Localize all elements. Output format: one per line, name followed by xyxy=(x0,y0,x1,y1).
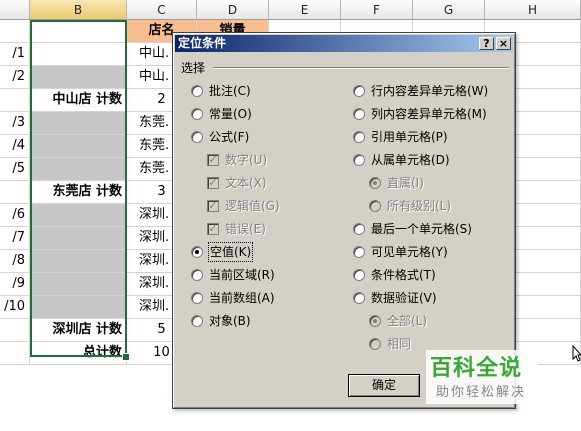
option-label: 可见单元格(Y) xyxy=(371,245,448,259)
option-label: 所有级别(L) xyxy=(387,199,452,213)
radio-icon[interactable] xyxy=(191,85,203,97)
option-label: 文本(X) xyxy=(225,176,267,190)
option-label: 引用单元格(P) xyxy=(371,130,448,144)
group-label: 选择 xyxy=(181,61,206,75)
radio-icon[interactable] xyxy=(191,108,203,120)
column-header-h[interactable]: H xyxy=(485,0,581,20)
close-icon[interactable]: × xyxy=(496,37,511,50)
column-header-d[interactable]: D xyxy=(197,0,269,20)
option-label: 常量(O) xyxy=(209,107,252,121)
column-header-c[interactable]: C xyxy=(127,0,197,20)
option-label: 相同 xyxy=(387,337,412,351)
option-label: 错误(E) xyxy=(225,222,266,236)
cell-a[interactable] xyxy=(0,89,30,112)
option-label: 数据验证(V) xyxy=(371,291,437,305)
cell-a[interactable] xyxy=(0,342,30,365)
radio-icon[interactable] xyxy=(353,246,365,258)
option-label: 直属(I) xyxy=(387,176,424,190)
option-label: 从属单元格(D) xyxy=(371,153,450,167)
option-label: 当前区域(R) xyxy=(209,268,275,282)
radio-icon[interactable] xyxy=(353,292,365,304)
cell-a[interactable]: /4 xyxy=(0,135,30,158)
radio-icon xyxy=(369,315,381,327)
cell-a[interactable]: /6 xyxy=(0,204,30,227)
cell-a[interactable]: /2 xyxy=(0,66,30,89)
help-icon[interactable]: ? xyxy=(479,37,494,50)
checkbox-icon: ✓ xyxy=(207,176,219,189)
cell-a[interactable]: /3 xyxy=(0,112,30,135)
cell-b[interactable] xyxy=(30,250,127,273)
option-label: 批注(C) xyxy=(209,84,251,98)
dialog-title: 定位条件 xyxy=(178,36,227,50)
cell-b[interactable] xyxy=(30,204,127,227)
radio-icon[interactable] xyxy=(353,108,365,120)
cell-a[interactable] xyxy=(0,181,30,204)
option-label: 最后一个单元格(S) xyxy=(371,222,472,236)
cell-b[interactable] xyxy=(30,296,127,319)
cell-b[interactable] xyxy=(30,66,127,89)
cell-b[interactable] xyxy=(30,135,127,158)
watermark: 百科全说 助你轻松解决 xyxy=(426,350,538,404)
cell-b[interactable] xyxy=(30,43,127,66)
column-header-g[interactable]: G xyxy=(413,0,485,20)
mouse-pointer-icon xyxy=(572,345,581,362)
group-divider xyxy=(213,67,509,69)
watermark-subtitle: 助你轻松解决 xyxy=(436,385,527,400)
checkbox-icon: ✓ xyxy=(207,153,219,166)
watermark-title: 百科全说 xyxy=(430,356,523,381)
option-label: 公式(F) xyxy=(209,130,250,144)
radio-icon[interactable] xyxy=(353,131,365,143)
radio-dot-icon xyxy=(373,319,377,323)
radio-icon xyxy=(369,338,381,350)
radio-icon xyxy=(369,177,381,189)
radio-icon[interactable] xyxy=(191,269,203,281)
cell-b[interactable]: 总计数 xyxy=(30,342,127,365)
option-label: 全部(L) xyxy=(387,314,428,328)
radio-dot-icon xyxy=(373,181,377,185)
checkbox-icon: ✓ xyxy=(207,222,219,235)
radio-icon xyxy=(369,200,381,212)
radio-icon[interactable] xyxy=(353,154,365,166)
column-header-b[interactable]: B xyxy=(30,0,127,20)
cell-a[interactable]: /9 xyxy=(0,273,30,296)
cell-a[interactable]: /5 xyxy=(0,158,30,181)
cell-b[interactable] xyxy=(30,227,127,250)
dialog-titlebar[interactable]: 定位条件 ? × xyxy=(175,35,513,52)
cell-a[interactable]: /10 xyxy=(0,296,30,319)
cell-b[interactable]: 东莞店 计数 xyxy=(30,181,127,204)
radio-icon[interactable] xyxy=(191,315,203,327)
corner-header[interactable] xyxy=(0,0,30,20)
cell-a[interactable] xyxy=(0,20,30,43)
radio-icon[interactable] xyxy=(353,269,365,281)
option-label: 条件格式(T) xyxy=(371,268,436,282)
ok-button[interactable]: 确定 xyxy=(348,374,420,397)
cell-b[interactable] xyxy=(30,20,127,43)
option-label: 逻辑值(G) xyxy=(225,199,280,213)
option-label: 数字(U) xyxy=(225,153,268,167)
cell-a[interactable]: /7 xyxy=(0,227,30,250)
radio-dot-icon xyxy=(195,250,199,254)
option-label: 对象(B) xyxy=(209,314,251,328)
option-label: 空值(K) xyxy=(207,242,254,262)
cell-a[interactable] xyxy=(0,319,30,342)
radio-icon[interactable] xyxy=(191,246,203,258)
checkbox-icon: ✓ xyxy=(207,199,219,212)
cell-a[interactable]: /8 xyxy=(0,250,30,273)
radio-icon[interactable] xyxy=(353,85,365,97)
column-header-f[interactable]: F xyxy=(341,0,413,20)
radio-icon[interactable] xyxy=(191,292,203,304)
column-header-e[interactable]: E xyxy=(269,0,341,20)
cell-b[interactable]: 中山店 计数 xyxy=(30,89,127,112)
option-label: 行内容差异单元格(W) xyxy=(371,84,489,98)
cell-b[interactable]: 深圳店 计数 xyxy=(30,319,127,342)
radio-icon[interactable] xyxy=(191,131,203,143)
radio-icon[interactable] xyxy=(353,223,365,235)
cell-a[interactable]: /1 xyxy=(0,43,30,66)
option-label: 当前数组(A) xyxy=(209,291,275,305)
cell-b[interactable] xyxy=(30,112,127,135)
cell-b[interactable] xyxy=(30,273,127,296)
fill-handle[interactable] xyxy=(122,353,130,361)
cell-b[interactable] xyxy=(30,158,127,181)
option-label: 列内容差异单元格(M) xyxy=(371,107,487,121)
